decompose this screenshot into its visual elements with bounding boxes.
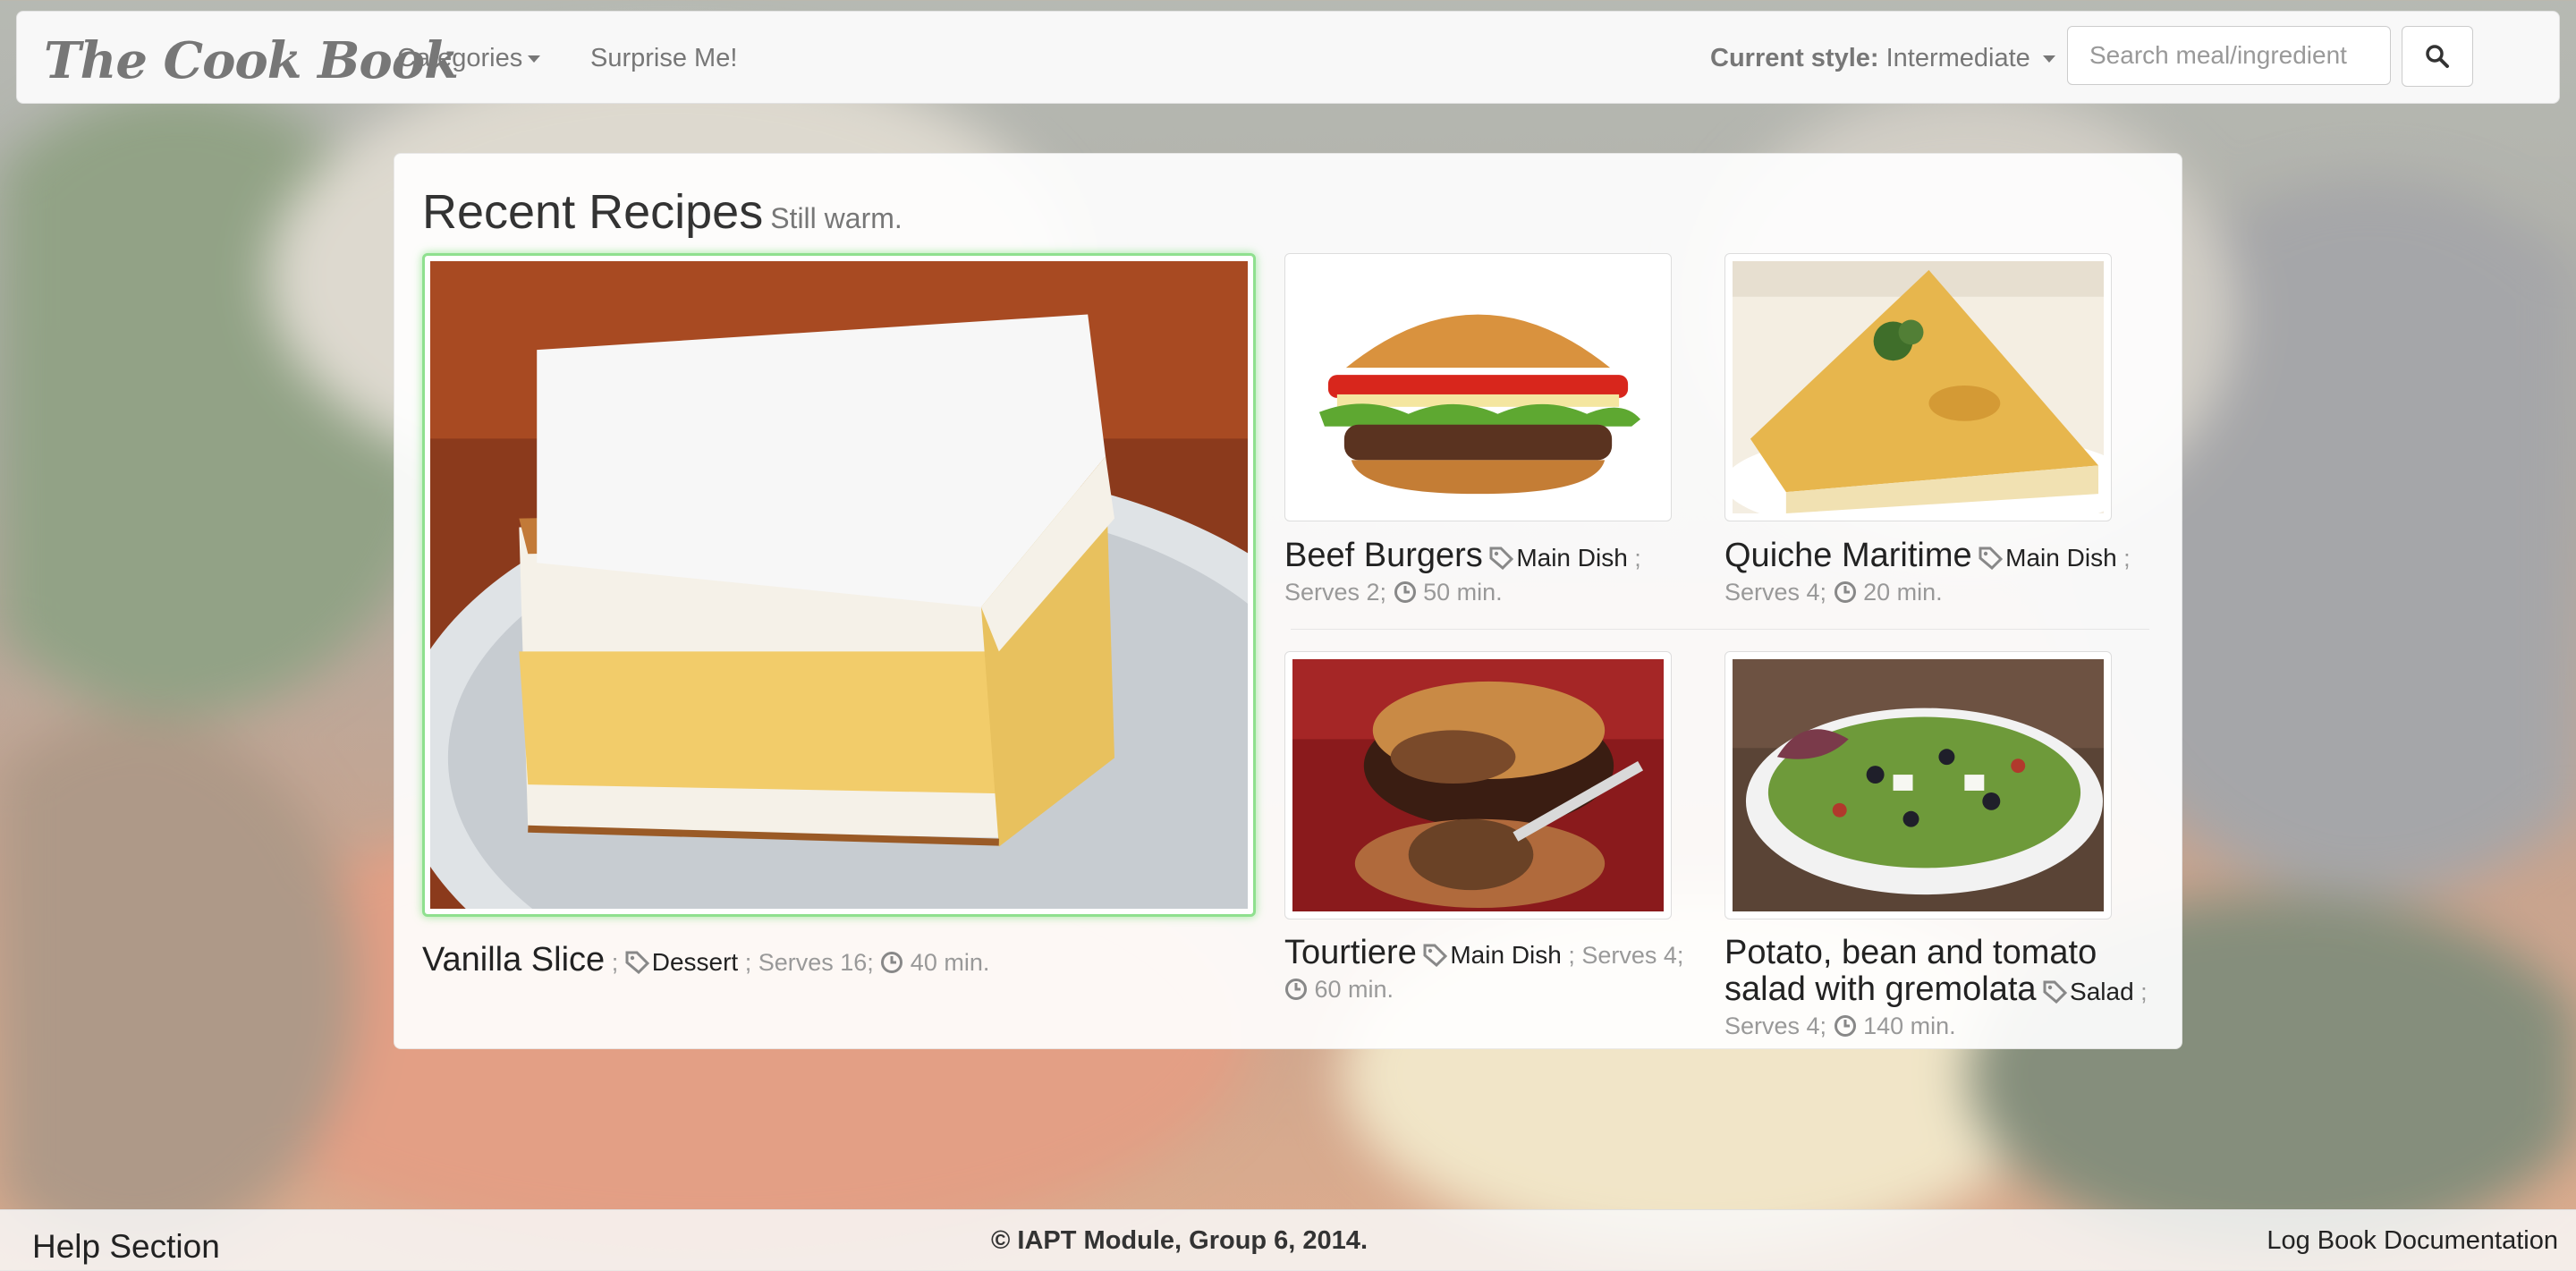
navbar: The Cook Book Categories Surprise Me! Cu…: [16, 11, 2560, 104]
recipe-caption-vanilla-slice: Vanilla Slice ; Dessert ; Serves 16; 40 …: [422, 941, 990, 979]
caret-down-icon: [528, 55, 541, 64]
recipe-thumbnail-tourtiere[interactable]: [1284, 651, 1672, 919]
recipe-caption-potato-salad: Potato, bean and tomato salad with gremo…: [1724, 934, 2148, 1039]
category-tag[interactable]: Main Dish: [1450, 941, 1561, 969]
recipe-title[interactable]: Beef Burgers: [1284, 537, 1483, 574]
search-input[interactable]: [2067, 26, 2391, 85]
page-title: Recent Recipes Still warm.: [422, 185, 902, 239]
clock-icon: [1834, 1015, 1856, 1037]
tag-icon: [625, 951, 649, 974]
surprise-me-link[interactable]: Surprise Me!: [590, 44, 737, 73]
search-button[interactable]: [2402, 26, 2473, 87]
recipe-title[interactable]: Vanilla Slice: [422, 941, 605, 979]
search-icon: [2426, 45, 2449, 68]
categories-dropdown[interactable]: Categories: [397, 44, 541, 73]
clock-icon: [1834, 581, 1856, 603]
recipe-thumbnail-quiche-maritime[interactable]: [1724, 253, 2112, 521]
tag-icon: [1423, 944, 1448, 967]
potato-salad-image: [1733, 659, 2104, 911]
footer: Help Section © IAPT Module, Group 6, 201…: [0, 1209, 2576, 1271]
brand-logo[interactable]: The Cook Book: [44, 31, 459, 90]
copyright-text: © IAPT Module, Group 6, 2014.: [991, 1226, 1368, 1255]
log-book-documentation-link[interactable]: Log Book Documentation: [2267, 1226, 2558, 1256]
quiche-maritime-image: [1733, 261, 2104, 513]
category-tag[interactable]: Salad: [2070, 978, 2134, 1005]
clock-icon: [1394, 581, 1416, 603]
recipe-thumbnail-potato-salad[interactable]: [1724, 651, 2112, 919]
row-divider: [1291, 629, 2149, 630]
beef-burgers-image: [1292, 261, 1664, 513]
category-tag[interactable]: Dessert: [652, 948, 738, 976]
recipe-title[interactable]: Tourtiere: [1284, 934, 1417, 971]
category-tag[interactable]: Main Dish: [2005, 544, 2116, 572]
recipe-caption-beef-burgers: Beef Burgers Main Dish ; Serves 2; 50 mi…: [1284, 537, 1641, 606]
tag-icon: [2043, 980, 2068, 1004]
recipe-thumbnail-vanilla-slice[interactable]: [422, 253, 1256, 917]
help-section-link[interactable]: Help Section: [32, 1228, 220, 1266]
clock-icon: [881, 952, 903, 973]
recipe-thumbnail-beef-burgers[interactable]: [1284, 253, 1672, 521]
tourtiere-image: [1292, 659, 1664, 911]
recipe-title[interactable]: Quiche Maritime: [1724, 537, 1972, 574]
category-tag[interactable]: Main Dish: [1516, 544, 1627, 572]
tag-icon: [1489, 547, 1514, 570]
tag-icon: [1979, 547, 2004, 570]
recipe-caption-quiche-maritime: Quiche Maritime Main Dish ; Serves 4; 20…: [1724, 537, 2131, 606]
page-subtitle: Still warm.: [770, 202, 902, 234]
clock-icon: [1285, 979, 1307, 1000]
recipe-title[interactable]: Potato, bean and tomato salad with gremo…: [1724, 934, 2097, 1008]
vanilla-slice-image: [430, 261, 1248, 909]
caret-down-icon: [2042, 55, 2055, 64]
current-style-dropdown[interactable]: Current style: Intermediate: [1710, 44, 2055, 73]
recipe-caption-tourtiere: Tourtiere Main Dish ; Serves 4; 60 min.: [1284, 934, 1684, 1003]
recent-recipes-panel: Recent Recipes Still warm. Vanilla Slice …: [394, 153, 2182, 1049]
